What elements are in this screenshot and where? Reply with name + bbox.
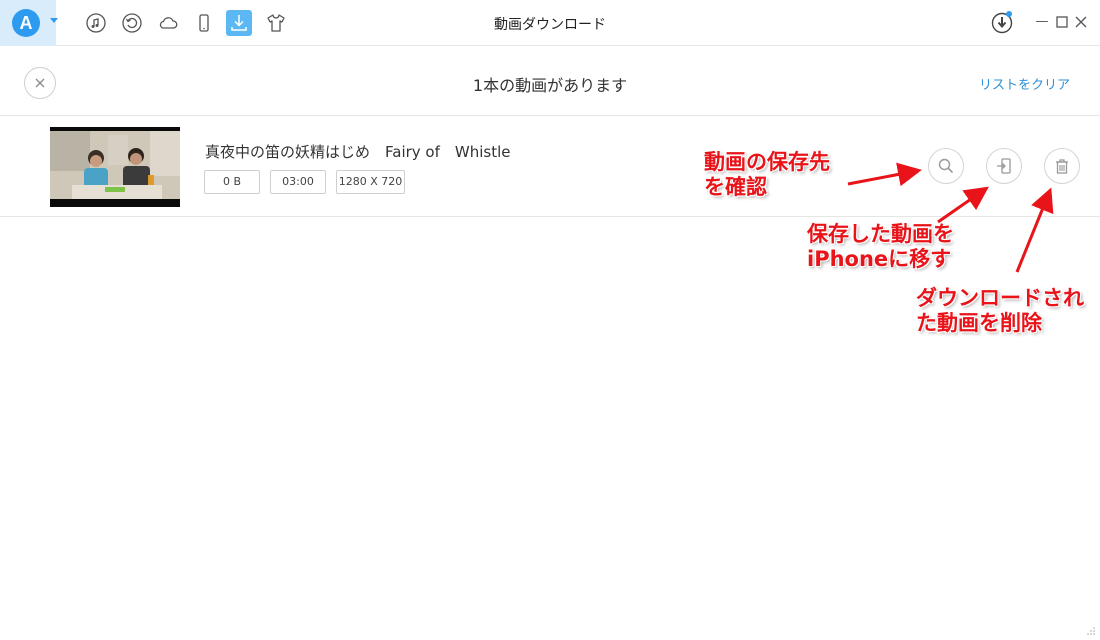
delete-video-button[interactable] xyxy=(1044,148,1080,184)
annotation-transfer: 保存した動画を iPhoneに移す xyxy=(807,222,954,272)
annotation-location: 動画の保存先 を確認 xyxy=(704,150,830,200)
annotation-location-line2: を確認 xyxy=(704,175,767,199)
maximize-icon xyxy=(1056,16,1068,28)
file-size-badge: 0 B xyxy=(204,170,260,194)
annotation-transfer-line1: 保存した動画を xyxy=(807,222,954,246)
transfer-to-device-button[interactable] xyxy=(986,148,1022,184)
video-thumbnail[interactable] xyxy=(50,127,180,207)
video-title: 真夜中の笛の妖精はじめ Fairy of Whistle xyxy=(205,143,511,161)
annotation-delete-line2: た動画を削除 xyxy=(916,311,1042,335)
show-location-button[interactable] xyxy=(928,148,964,184)
minimize-icon: — xyxy=(1035,14,1049,29)
video-count-title: 1本の動画があります xyxy=(472,76,628,95)
title-bar: A 動画ダウンロード — xyxy=(0,0,1100,46)
resize-grip-icon[interactable] xyxy=(1086,626,1096,636)
annotation-transfer-line2: iPhoneに移す xyxy=(807,247,952,271)
duration-badge: 03:00 xyxy=(270,170,326,194)
close-icon xyxy=(1075,16,1087,28)
trash-icon xyxy=(1056,159,1068,174)
window-title: 動画ダウンロード xyxy=(494,17,606,33)
maximize-button[interactable] xyxy=(1054,14,1070,30)
notification-dot xyxy=(1006,11,1012,17)
clear-list-link[interactable]: リストをクリア xyxy=(979,74,1070,93)
close-window-button[interactable] xyxy=(1073,14,1089,30)
annotation-location-line1: 動画の保存先 xyxy=(704,150,830,174)
resolution-badge: 1280 X 720 xyxy=(336,170,405,194)
video-thumbnail-image xyxy=(50,127,180,207)
video-list-item: 真夜中の笛の妖精はじめ Fairy of Whistle 0 B 03:00 1… xyxy=(0,117,1100,217)
download-list-header: 1本の動画があります リストをクリア xyxy=(0,46,1100,116)
annotation-delete: ダウンロードされ た動画を削除 xyxy=(916,286,1084,336)
minimize-button[interactable]: — xyxy=(1034,14,1050,30)
annotation-delete-line1: ダウンロードされ xyxy=(916,286,1084,310)
search-icon xyxy=(938,158,954,174)
export-to-device-icon xyxy=(997,158,1011,174)
